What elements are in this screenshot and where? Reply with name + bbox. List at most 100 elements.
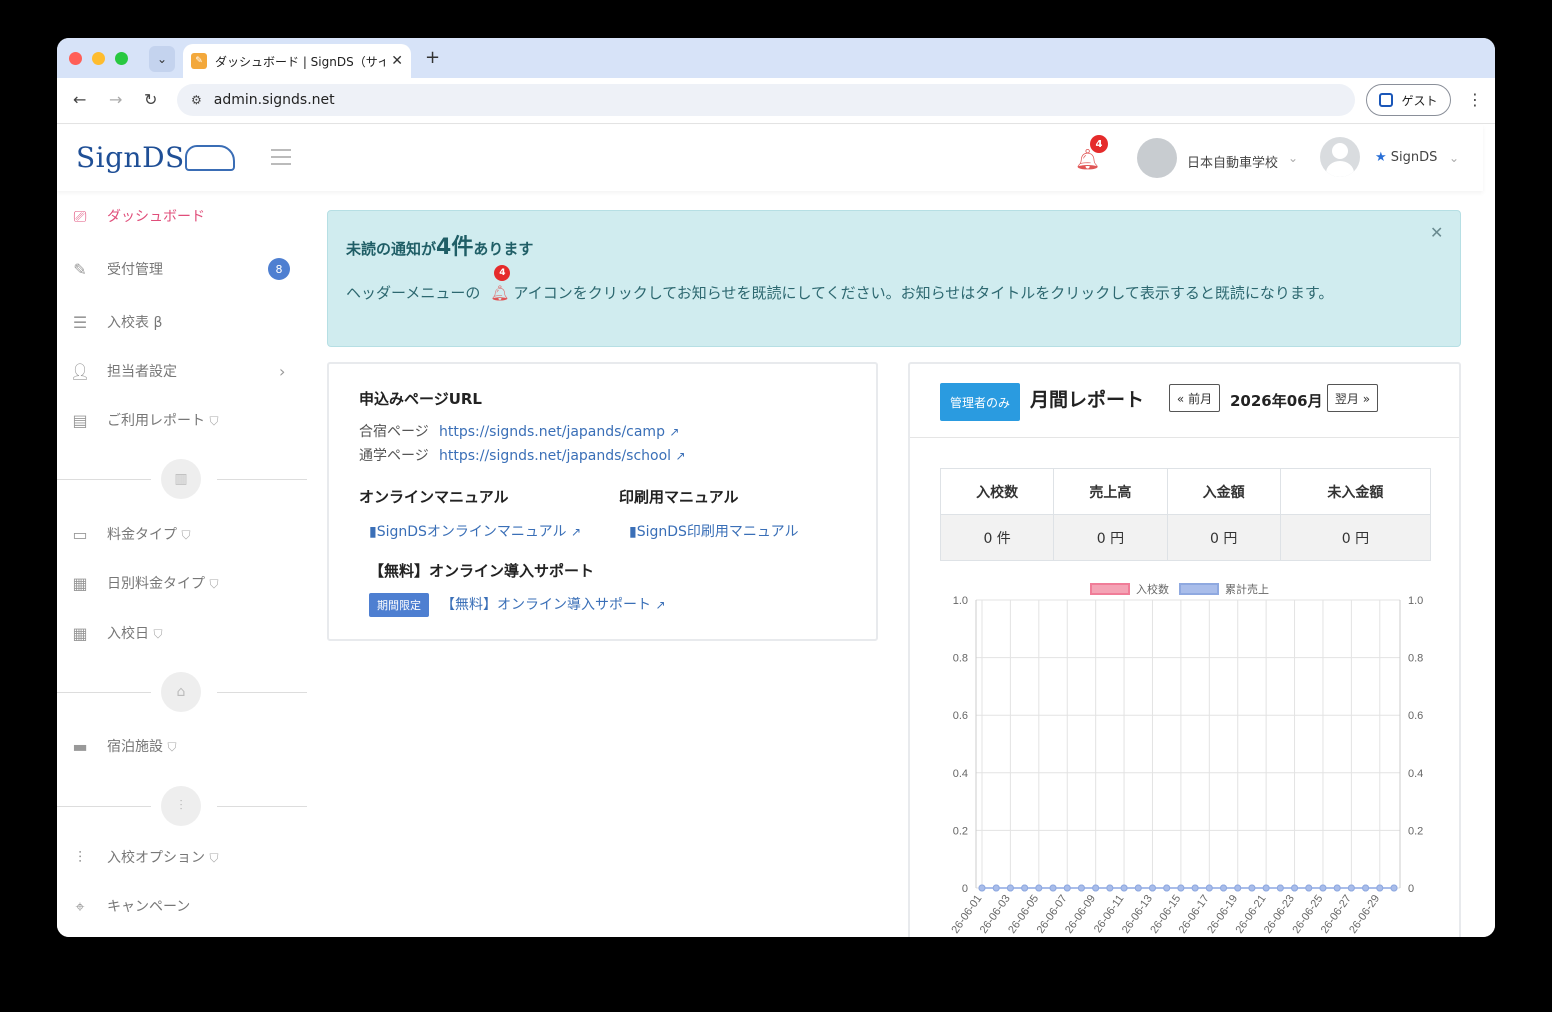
- table-header: 入金額: [1166, 468, 1281, 515]
- data-point: [1021, 884, 1029, 892]
- current-month: 2026年06月: [1230, 392, 1323, 410]
- support-link[interactable]: 【無料】オンライン導入サポート ↗: [441, 597, 666, 613]
- y-tick-label-right: 1.0: [1408, 595, 1423, 607]
- alert-close-icon[interactable]: ✕: [1430, 223, 1443, 242]
- data-point: [992, 884, 1000, 892]
- table-cell: 0 円: [1279, 514, 1432, 561]
- forward-icon[interactable]: →: [109, 90, 122, 109]
- data-point: [1390, 884, 1398, 892]
- back-icon[interactable]: ←: [73, 90, 86, 109]
- user-menu[interactable]: ★ SignDS: [1375, 150, 1437, 165]
- monthly-chart: 1.0 1.00.8 0.80.6 0.60.4 0.40.2 0.20 026-06-01…: [949, 595, 1423, 936]
- sidebar-item-label: キャンペーン: [107, 899, 191, 915]
- sidebar-item-enrollment-date[interactable]: ▦ 入校日 ⛉: [57, 618, 307, 648]
- school-url-link[interactable]: https://signds.net/japands/school ↗: [439, 448, 686, 464]
- book-icon: ▮: [369, 524, 377, 540]
- profile-icon: [1379, 93, 1394, 107]
- chevron-down-icon[interactable]: ⌄: [1449, 151, 1459, 165]
- unread-count: 4件: [436, 235, 474, 260]
- tab-close-icon[interactable]: ✕: [391, 53, 403, 69]
- data-point: [1333, 884, 1341, 892]
- external-link-icon: ↗: [655, 598, 666, 612]
- shield-icon: ⛉: [209, 414, 219, 428]
- address-bar: ← → ↻ ⚙ admin.signds.net ゲスト ⋮: [57, 78, 1495, 124]
- star-icon: ★: [1375, 150, 1387, 165]
- sidebar-item-label: 担当者設定: [107, 364, 177, 380]
- hamburger-menu-icon[interactable]: [271, 149, 291, 170]
- sidebar-item-daily-fee-type[interactable]: ▦ 日別料金タイプ ⛉: [57, 568, 307, 598]
- sidebar-item-label: 料金タイプ ⛉: [107, 527, 191, 543]
- sidebar-item-staff-settings[interactable]: 👤︎ 担当者設定 ›: [57, 356, 307, 386]
- alert-body: ヘッダーメニューの 🔔︎ 4 アイコンをクリックしてお知らせを既読にしてください。お知…: [346, 265, 1406, 311]
- tab-title: ダッシュボード | SignDS（サイ: [215, 54, 386, 69]
- data-point: [1148, 884, 1156, 892]
- active-tab[interactable]: ✎ ダッシュボード | SignDS（サイ ✕: [183, 44, 411, 78]
- data-point: [1376, 884, 1384, 892]
- favicon-icon: ✎: [191, 53, 207, 69]
- data-point: [1220, 884, 1228, 892]
- table-cell: 0 件: [939, 514, 1055, 561]
- app-header: SignDS 🔔︎ 4 日本自動車学校 ⌄ ★ SignDS ⌄: [57, 125, 1483, 191]
- url-field[interactable]: ⚙ admin.signds.net: [177, 84, 1355, 116]
- data-point: [1077, 884, 1085, 892]
- next-month-button[interactable]: 翌月 »: [1327, 384, 1378, 412]
- tab-bar: ⌄ ✎ ダッシュボード | SignDS（サイ ✕ +: [57, 38, 1495, 78]
- chevron-right-icon: ›: [279, 361, 286, 381]
- shield-icon: ⛉: [153, 627, 163, 641]
- site-settings-icon[interactable]: ⚙: [191, 93, 202, 107]
- print-manual-section: 印刷用マニュアル ▮SignDS印刷用マニュアル: [619, 488, 799, 541]
- tab-search-icon[interactable]: ⌄: [149, 46, 175, 72]
- close-window-button[interactable]: [69, 52, 82, 65]
- sidebar-item-enrollment-table[interactable]: ☰ 入校表 β: [57, 307, 307, 337]
- minimize-window-button[interactable]: [92, 52, 105, 65]
- external-link-icon: ↗: [675, 449, 686, 463]
- external-link-icon: ↗: [669, 425, 680, 439]
- data-point: [1092, 884, 1100, 892]
- data-point: [1006, 884, 1014, 892]
- data-point: [1191, 884, 1199, 892]
- online-manual-link[interactable]: ▮SignDSオンラインマニュアル ↗: [359, 521, 581, 541]
- data-point: [1276, 884, 1284, 892]
- data-point: [1205, 884, 1213, 892]
- sidebar-item-accommodation[interactable]: ▬ 宿泊施設 ⛉: [57, 731, 307, 761]
- sliders-icon: ⫶: [161, 786, 201, 826]
- app-root: SignDS 🔔︎ 4 日本自動車学校 ⌄ ★ SignDS ⌄ ⎚ ダッシュボ…: [57, 125, 1495, 937]
- section-divider: ⌂: [57, 672, 307, 712]
- shield-icon: ⛉: [209, 577, 219, 591]
- app-logo[interactable]: SignDS: [76, 141, 185, 174]
- y-tick-label-left: 0.8: [953, 653, 968, 665]
- sidebar-item-usage-report[interactable]: ▤ ご利用レポート ⛉: [57, 405, 307, 435]
- sidebar-item-enrollment-options[interactable]: ⫶ 入校オプション ⛉: [57, 842, 307, 872]
- y-tick-label-right: 0.6: [1408, 710, 1423, 722]
- chevron-down-icon[interactable]: ⌄: [1288, 151, 1298, 165]
- school-avatar[interactable]: [1137, 138, 1177, 178]
- y-tick-label-right: 0.4: [1408, 768, 1423, 780]
- house-icon: ⌂: [161, 672, 201, 712]
- sidebar-item-label: 入校日 ⛉: [107, 626, 163, 642]
- section-divider: ⫶: [57, 786, 307, 826]
- alert-title: 未読の通知が4件あります: [346, 235, 534, 260]
- online-manual-section: オンラインマニュアル ▮SignDSオンラインマニュアル ↗: [359, 488, 582, 541]
- links-card: 申込みページURL 合宿ページ https://signds.net/japand…: [327, 362, 878, 641]
- sidebar-item-dashboard[interactable]: ⎚ ダッシュボード: [57, 201, 307, 231]
- sidebar-item-campaign[interactable]: ⌖ キャンペーン: [57, 891, 307, 921]
- data-point: [978, 884, 986, 892]
- maximize-window-button[interactable]: [115, 52, 128, 65]
- support-section: 【無料】オンライン導入サポート 期間限定 【無料】オンライン導入サポート ↗: [369, 560, 666, 617]
- prev-month-button[interactable]: « 前月: [1169, 384, 1220, 412]
- print-manual-link[interactable]: ▮SignDS印刷用マニュアル: [619, 521, 799, 541]
- user-avatar[interactable]: [1320, 137, 1360, 177]
- camp-url-link[interactable]: https://signds.net/japands/camp ↗: [439, 424, 679, 440]
- table-header: 入校数: [939, 468, 1055, 515]
- new-tab-icon[interactable]: +: [425, 47, 440, 68]
- sidebar-item-label: 入校表 β: [107, 315, 163, 331]
- reload-icon[interactable]: ↻: [144, 90, 157, 109]
- data-point: [1049, 884, 1057, 892]
- school-name[interactable]: 日本自動車学校: [1187, 152, 1278, 171]
- sidebar-item-reception[interactable]: ✎ 受付管理 8: [57, 254, 307, 284]
- guest-profile-button[interactable]: ゲスト: [1366, 84, 1451, 116]
- y-tick-label-left: 0.4: [953, 768, 968, 780]
- shield-icon: ⛉: [181, 528, 191, 542]
- sidebar-item-fee-type[interactable]: ▭ 料金タイプ ⛉: [57, 519, 307, 549]
- browser-menu-icon[interactable]: ⋮: [1467, 90, 1483, 109]
